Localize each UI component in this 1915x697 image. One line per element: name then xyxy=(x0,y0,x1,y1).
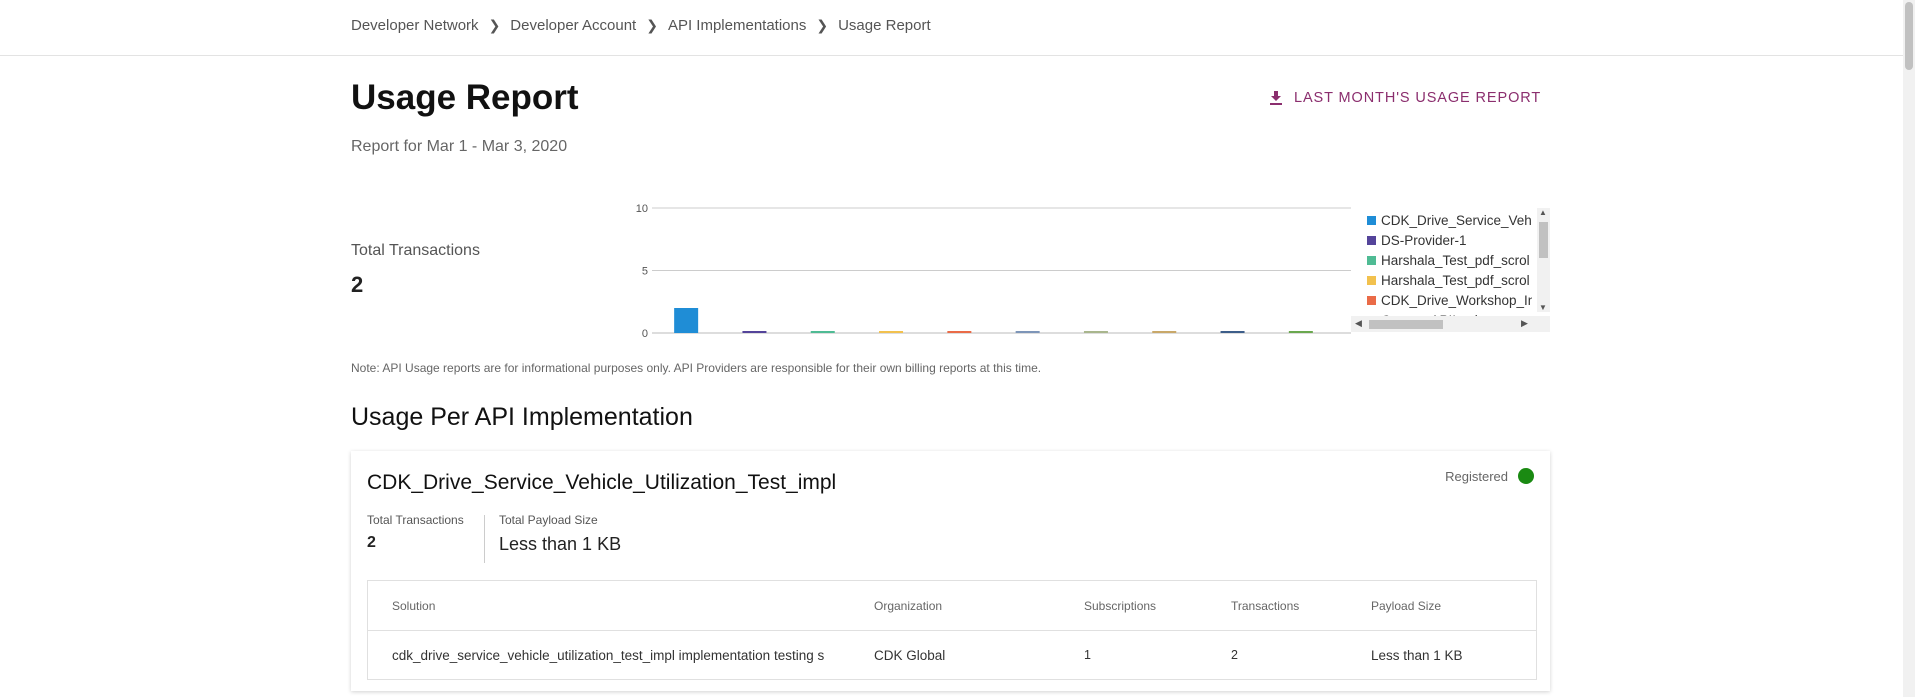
breadcrumb-usage-report: Usage Report xyxy=(838,17,931,34)
legend-swatch xyxy=(1367,215,1376,225)
usage-chart: 0 5 10 xyxy=(620,195,1351,345)
column-header-transactions: Transactions xyxy=(1231,598,1300,613)
legend-item[interactable]: Harshala_Test_pdf_scrol xyxy=(1367,270,1532,290)
chart-bar[interactable] xyxy=(1152,331,1177,333)
metric-payload-value: Less than 1 KB xyxy=(499,534,622,554)
chart-legend[interactable]: CDK_Drive_Service_Vehi DS-Provider-1 Harsh… xyxy=(1351,208,1550,332)
usage-chart-svg: 0 5 10 xyxy=(636,203,1351,340)
cell-organization: CDK Global xyxy=(874,647,946,663)
cell-payload-size: Less than 1 KB xyxy=(1371,647,1463,663)
chart-bar[interactable] xyxy=(1083,331,1108,333)
chevron-right-icon: ❯ xyxy=(488,17,501,33)
column-header-organization: Organization xyxy=(874,598,943,613)
page-title: Usage Report xyxy=(351,78,579,117)
download-icon xyxy=(1270,91,1282,105)
legend-label: CDK_Drive_Workshop_In xyxy=(1381,292,1532,308)
status-badge: Registered xyxy=(1445,468,1534,484)
page-scrollbar-thumb[interactable] xyxy=(1905,2,1913,70)
page-scrollbar[interactable] xyxy=(1903,0,1915,697)
legend-label: Harshala_Test_pdf_scrol xyxy=(1381,272,1530,288)
download-usage-report-label: LAST MONTH'S USAGE REPORT xyxy=(1294,90,1542,106)
total-transactions-value: 2 xyxy=(351,272,364,297)
api-implementation-card: CDK_Drive_Service_Vehicle_Utilization_Te… xyxy=(351,451,1550,691)
chevron-right-icon: ❯ xyxy=(646,17,658,33)
cell-solution: cdk_drive_service_vehicle_utilization_te… xyxy=(392,647,825,663)
cell-subscriptions: 1 xyxy=(1084,648,1091,662)
legend-label: DS-Provider-1 xyxy=(1381,232,1467,248)
breadcrumb-api-implementations[interactable]: API Implementations xyxy=(668,17,806,34)
y-tick-label: 0 xyxy=(642,328,648,340)
breadcrumb-developer-account[interactable]: Developer Account xyxy=(510,17,636,34)
chart-bar[interactable] xyxy=(810,331,835,333)
legend-item[interactable]: Harshala_Test_pdf_scrol xyxy=(1367,250,1532,270)
implementation-title: CDK_Drive_Service_Vehicle_Utilization_Te… xyxy=(367,471,837,494)
scroll-up-icon[interactable]: ▲ xyxy=(1539,208,1547,217)
usage-table: Solution Organization Subscriptions Tran… xyxy=(367,580,1537,680)
legend-swatch xyxy=(1367,235,1376,245)
cell-transactions: 2 xyxy=(1231,648,1238,662)
legend-swatch xyxy=(1367,255,1376,265)
status-label: Registered xyxy=(1445,468,1508,484)
chart-bar[interactable] xyxy=(947,331,972,333)
breadcrumb: Developer Network ❯ Developer Account ❯ … xyxy=(351,17,931,34)
metric-transactions-value: 2 xyxy=(367,534,376,551)
top-bar: Developer Network ❯ Developer Account ❯ … xyxy=(0,0,1903,56)
metric-total-payload: Total Payload Size Less than 1 KB xyxy=(499,513,621,555)
download-usage-report-button[interactable]: LAST MONTH'S USAGE REPORT xyxy=(1270,90,1541,106)
column-header-solution: Solution xyxy=(392,598,436,613)
chart-bar[interactable] xyxy=(1288,331,1313,333)
legend-label: CDK_Drive_Service_Vehi xyxy=(1381,212,1532,228)
table-row[interactable]: cdk_drive_service_vehicle_utilization_te… xyxy=(368,631,1536,679)
column-header-payload-size: Payload Size xyxy=(1371,598,1442,613)
legend-vertical-scroll-thumb[interactable] xyxy=(1539,222,1548,258)
legend-item[interactable]: CDK_Drive_Workshop_In xyxy=(1367,290,1532,310)
legend-swatch xyxy=(1367,275,1376,285)
chart-bar[interactable] xyxy=(1220,331,1245,333)
metric-transactions-label: Total Transactions xyxy=(367,513,464,527)
section-title: Usage Per API Implementation xyxy=(351,403,693,431)
legend-swatch xyxy=(1367,295,1376,305)
metric-divider xyxy=(484,515,485,563)
chart-bar[interactable] xyxy=(674,308,699,333)
scroll-down-icon[interactable]: ▼ xyxy=(1539,303,1547,312)
report-date-range: Report for Mar 1 - Mar 3, 2020 xyxy=(351,138,568,155)
chart-bar[interactable] xyxy=(879,331,904,333)
metric-total-transactions: Total Transactions 2 xyxy=(367,513,464,552)
column-header-subscriptions: Subscriptions xyxy=(1084,598,1157,613)
usage-note: Note: API Usage reports are for informat… xyxy=(351,361,1042,375)
legend-horizontal-scroll-thumb[interactable] xyxy=(1369,320,1443,329)
table-header: Solution Organization Subscriptions Tran… xyxy=(368,581,1536,631)
chart-bar[interactable] xyxy=(742,331,767,333)
scroll-right-icon[interactable]: ▶ xyxy=(1521,318,1528,329)
total-transactions-label: Total Transactions xyxy=(351,242,480,259)
metric-payload-label: Total Payload Size xyxy=(499,513,598,527)
scroll-left-icon[interactable]: ◀ xyxy=(1355,318,1362,329)
chart-bar[interactable] xyxy=(1015,331,1040,333)
y-tick-label: 10 xyxy=(636,203,648,215)
legend-label: Harshala_Test_pdf_scrol xyxy=(1381,252,1530,268)
legend-item[interactable]: DS-Provider-1 xyxy=(1367,230,1532,250)
legend-list: CDK_Drive_Service_Vehi DS-Provider-1 Harsh… xyxy=(1367,210,1532,318)
chevron-right-icon: ❯ xyxy=(816,17,829,33)
status-dot-icon xyxy=(1518,468,1534,484)
breadcrumb-developer-network[interactable]: Developer Network xyxy=(351,17,479,34)
y-tick-label: 5 xyxy=(642,266,648,278)
legend-item[interactable]: CDK_Drive_Service_Vehi xyxy=(1367,210,1532,230)
legend-horizontal-scrollbar[interactable]: ◀ ▶ xyxy=(1351,316,1550,332)
legend-vertical-scrollbar[interactable]: ▲ ▼ xyxy=(1537,208,1550,312)
